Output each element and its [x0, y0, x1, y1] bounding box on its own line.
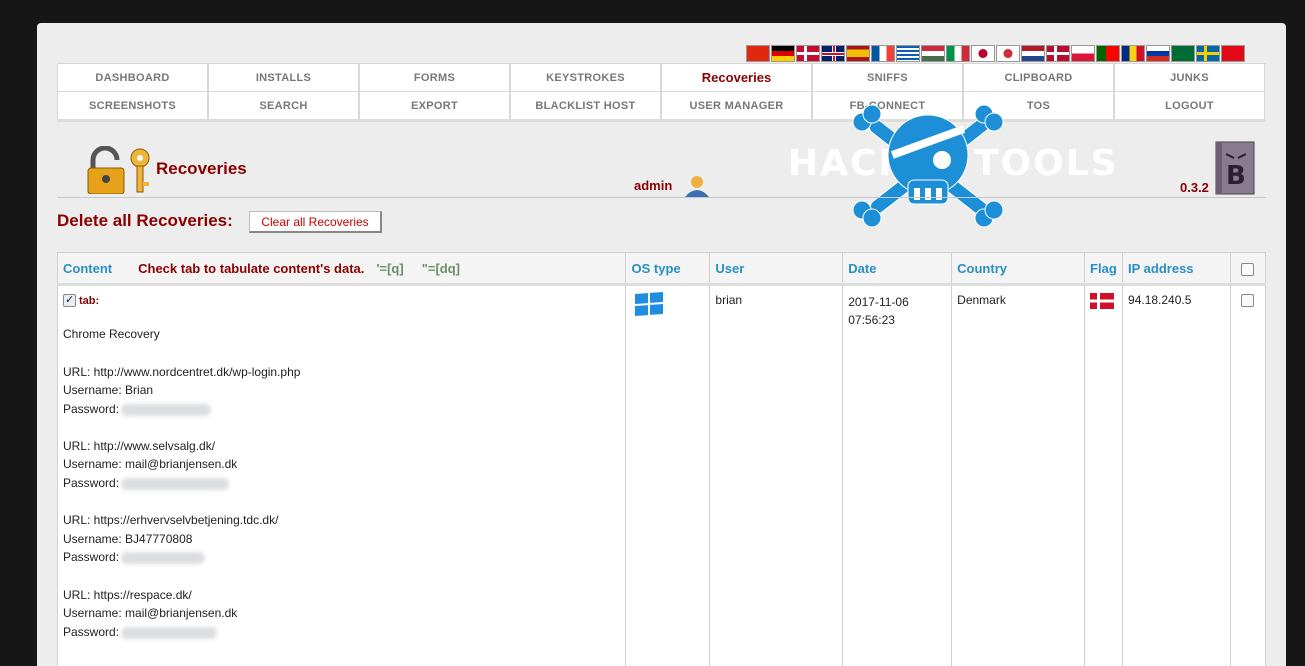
flag-ru-icon[interactable] [1146, 45, 1170, 62]
nav-item-search[interactable]: SEARCH [208, 92, 359, 120]
flag-pl-icon[interactable] [1071, 45, 1095, 62]
double-quote-code: "=[dq] [421, 260, 460, 276]
entry-username: Username: Brian [63, 383, 154, 398]
row-select-checkbox[interactable] [1241, 294, 1255, 308]
entry-username: Username: BJ47770808 [63, 531, 193, 546]
entry-url: URL: http://www.selvsalg.dk/ [63, 438, 216, 453]
column-header-select [1229, 252, 1267, 286]
entry-url: URL: http://www.nordcentret.dk/wp-login.… [63, 364, 301, 379]
flag-it-icon[interactable] [946, 45, 970, 62]
nav-item-keystrokes[interactable]: KEYSTROKES [510, 64, 661, 92]
column-header-flag: Flag [1084, 252, 1124, 286]
flag-kr-icon[interactable] [996, 45, 1020, 62]
svg-text:B: B [1226, 161, 1246, 191]
content-header-label: Content [63, 260, 113, 276]
ip-cell: 94.18.240.5 [1122, 284, 1231, 666]
select-cell [1229, 284, 1267, 666]
column-header-date: Date [842, 252, 953, 286]
flag-cell [1084, 284, 1124, 666]
os-cell [625, 284, 711, 666]
clear-all-recoveries-button[interactable]: Clear all Recoveries [249, 211, 382, 233]
entry-password-label: Password: [63, 401, 120, 416]
nav-item-blacklist-host[interactable]: BLACKLIST HOST [510, 92, 661, 120]
flag-gb-icon[interactable] [821, 45, 845, 62]
entry-url: URL: https://erhvervselvbetjening.tdc.dk… [63, 513, 279, 528]
book-logo-icon: B [1215, 141, 1255, 195]
user-avatar-icon[interactable] [683, 175, 711, 197]
entry-username: Username: mail@brianjensen.dk [63, 457, 238, 472]
recovery-type: Chrome Recovery [63, 327, 160, 342]
page-title: Recoveries [156, 159, 247, 178]
user-cell: brian [709, 284, 844, 666]
column-header-content: Content Check tab to tabulate content's d… [56, 252, 627, 286]
flag-jp-icon[interactable] [971, 45, 995, 62]
nav-item-recoveries[interactable]: Recoveries [661, 64, 812, 92]
table-row: tab: Chrome Recovery URL: http://www.nor… [56, 284, 1267, 666]
flag-fr-icon[interactable] [871, 45, 895, 62]
denmark-flag-icon [1090, 293, 1115, 309]
redacted-password [121, 626, 218, 639]
nav-row-1: DASHBOARD INSTALLS FORMS KEYSTROKES Recoveri… [57, 64, 1266, 92]
flag-dk-icon[interactable] [796, 45, 820, 62]
nav-item-logout[interactable]: LOGOUT [1114, 92, 1265, 120]
tab-checkbox[interactable] [63, 293, 76, 308]
redacted-password [121, 403, 212, 416]
windows-icon [635, 292, 664, 316]
table-header-row: Content Check tab to tabulate content's d… [56, 252, 1267, 286]
entry-username: Username: mail@brianjensen.dk [63, 606, 238, 621]
flag-de-icon[interactable] [771, 45, 795, 62]
flag-nl-icon[interactable] [1021, 45, 1045, 62]
flag-ro-icon[interactable] [1121, 45, 1145, 62]
flag-cn-icon[interactable] [746, 45, 770, 62]
nav-item-junks[interactable]: JUNKS [1114, 64, 1265, 92]
entry-url: URL: https://respace.dk/ [63, 587, 192, 602]
recovery-content: Chrome Recovery URL: http://www.nordcent… [63, 325, 620, 641]
column-header-ip: IP address [1122, 252, 1231, 286]
nav-item-export[interactable]: EXPORT [359, 92, 510, 120]
redacted-password [121, 552, 206, 565]
flag-gr-icon[interactable] [896, 45, 920, 62]
nav-item-forms[interactable]: FORMS [359, 64, 510, 92]
version-label: 0.3.2 [1180, 180, 1209, 195]
country-cell: Denmark [951, 284, 1086, 666]
flag-hu-icon[interactable] [921, 45, 945, 62]
column-header-user: User [709, 252, 844, 286]
nav-item-dashboard[interactable]: DASHBOARD [57, 64, 208, 92]
flag-se-icon[interactable] [1196, 45, 1220, 62]
flag-tr-icon[interactable] [1221, 45, 1245, 62]
recoveries-table: Content Check tab to tabulate content's d… [56, 252, 1267, 666]
flag-es-icon[interactable] [846, 45, 870, 62]
nav-item-clipboard[interactable]: CLIPBOARD [963, 64, 1114, 92]
flag-no-icon[interactable] [1046, 45, 1070, 62]
date-cell: 2017-11-06 07:56:23 [842, 284, 953, 666]
delete-all-label: Delete all Recoveries: [57, 211, 233, 230]
time-value: 07:56:23 [848, 313, 895, 327]
nav-item-screenshots[interactable]: SCREENSHOTS [57, 92, 208, 120]
redacted-password [121, 477, 230, 490]
content-cell: tab: Chrome Recovery URL: http://www.nor… [56, 284, 627, 666]
tab-label: tab: [79, 295, 100, 307]
entry-password-label: Password: [63, 550, 120, 565]
language-flags [746, 45, 1245, 63]
entry-password-label: Password: [63, 624, 120, 639]
page-header: Recoveries admin 0.3.2 B [57, 130, 1266, 198]
column-header-os: OS type [625, 252, 711, 286]
flag-pt-icon[interactable] [1096, 45, 1120, 62]
tabulate-hint: Check tab to tabulate content's data. [138, 260, 365, 276]
flag-sa-icon[interactable] [1171, 45, 1195, 62]
nav-item-sniffs[interactable]: SNIFFS [812, 64, 963, 92]
current-user-label: admin [634, 178, 673, 193]
single-quote-code: '=[q] [376, 260, 404, 276]
select-all-checkbox[interactable] [1241, 262, 1255, 276]
date-value: 2017-11-06 [848, 295, 909, 309]
column-header-country: Country [951, 252, 1086, 286]
nav-item-installs[interactable]: INSTALLS [208, 64, 359, 92]
unlocked-padlock-icon [87, 146, 150, 194]
entry-password-label: Password: [63, 476, 120, 491]
